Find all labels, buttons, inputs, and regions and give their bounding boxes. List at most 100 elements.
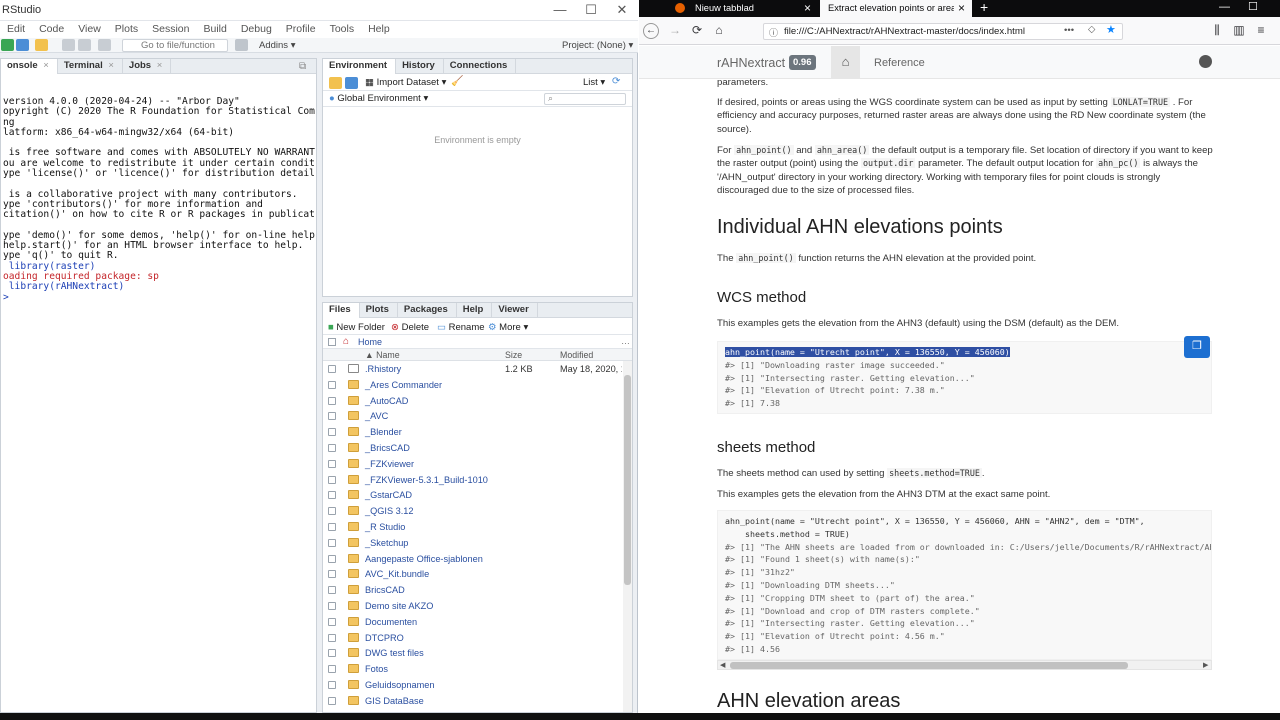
env-search-input[interactable]: ⌕ <box>544 93 626 105</box>
file-name[interactable]: _R Studio <box>365 522 405 532</box>
menu-item-profile[interactable]: Profile <box>279 23 323 35</box>
menu-item-plots[interactable]: Plots <box>108 23 145 35</box>
more-path-icon[interactable]: … <box>621 336 630 346</box>
home-icon[interactable]: ⌂ <box>711 23 727 39</box>
menu-item-edit[interactable]: Edit <box>0 23 32 35</box>
file-name[interactable]: Fotos <box>365 664 388 674</box>
file-checkbox[interactable] <box>328 665 336 674</box>
page-actions-icon[interactable]: ••• <box>1064 25 1074 36</box>
file-name[interactable]: Aangepaste Office-sjablonen <box>365 554 483 564</box>
file-checkbox[interactable] <box>328 554 336 563</box>
file-checkbox[interactable] <box>328 696 336 705</box>
file-name[interactable]: _FZKviewer <box>365 459 414 469</box>
scroll-right-icon[interactable]: ▶ <box>1203 659 1208 672</box>
file-name[interactable]: _Sketchup <box>365 538 408 548</box>
library-icon[interactable]: ⫼ <box>1209 23 1225 39</box>
file-checkbox[interactable] <box>328 444 336 452</box>
browser-tab-new[interactable]: Nieuw tabblad × <box>663 0 818 17</box>
save-icon[interactable] <box>62 39 75 51</box>
file-name[interactable]: BricsCAD <box>365 585 405 595</box>
bookmark-star-icon[interactable]: ★ <box>1106 23 1116 36</box>
size-column-header[interactable]: Size <box>505 350 522 360</box>
tab-help[interactable]: Help <box>457 303 493 318</box>
back-icon[interactable]: ← <box>643 23 659 39</box>
file-checkbox[interactable] <box>328 586 336 595</box>
code-horizontal-scrollbar[interactable]: ◀ ▶ <box>717 660 1212 670</box>
tab-connections[interactable]: Connections <box>444 59 517 74</box>
maximize-icon[interactable]: ☐ <box>576 2 606 19</box>
tab-viewer[interactable]: Viewer <box>492 303 538 318</box>
tab-plots[interactable]: Plots <box>360 303 398 318</box>
file-row[interactable]: Geluidsopnamen <box>323 678 623 694</box>
new-file-icon[interactable] <box>1 39 14 51</box>
new-tab-icon[interactable]: + <box>980 0 988 15</box>
tab-environment[interactable]: Environment <box>323 59 397 74</box>
print-icon[interactable] <box>98 39 111 51</box>
file-row[interactable]: DTCPRO <box>323 631 623 647</box>
file-name[interactable]: AVC_Kit.bundle <box>365 569 429 579</box>
tab-files[interactable]: Files <box>323 303 360 318</box>
forward-icon[interactable]: → <box>667 23 683 39</box>
files-scroll-thumb[interactable] <box>624 375 631 585</box>
file-checkbox[interactable] <box>328 428 336 437</box>
menu-item-session[interactable]: Session <box>145 23 196 35</box>
file-name[interactable]: _FZKViewer-5.3.1_Build-1010 <box>365 475 488 485</box>
grid-icon[interactable] <box>235 39 248 51</box>
menu-item-tools[interactable]: Tools <box>323 23 362 35</box>
broom-icon[interactable]: 🧹 <box>451 76 463 87</box>
file-checkbox[interactable] <box>328 570 336 579</box>
file-row[interactable]: _GstarCAD <box>323 488 623 504</box>
file-checkbox[interactable] <box>328 633 336 642</box>
home-breadcrumb[interactable]: Home <box>358 337 382 347</box>
modified-column-header[interactable]: Modified <box>560 350 593 360</box>
info-icon[interactable]: ⓘ <box>769 26 778 39</box>
file-row[interactable]: _QGIS 3.12 <box>323 504 623 520</box>
file-row[interactable]: Fotos <box>323 662 623 678</box>
maximize-pane-icon[interactable]: ⧉ <box>299 61 306 72</box>
minimize-icon[interactable]: — <box>1219 1 1230 13</box>
select-all-checkbox[interactable] <box>328 338 336 346</box>
menu-item-code[interactable]: Code <box>32 23 71 35</box>
import-dataset-button[interactable]: ▦ Import Dataset ▾ <box>365 77 446 88</box>
tab-packages[interactable]: Packages <box>398 303 457 318</box>
console-output[interactable]: version 4.0.0 (2020-04-24) -- "Arbor Day… <box>3 97 315 303</box>
close-icon[interactable]: × <box>43 60 49 71</box>
file-name[interactable]: _QGIS 3.12 <box>365 506 414 516</box>
github-icon[interactable] <box>1199 55 1212 68</box>
code-scroll-thumb[interactable] <box>730 662 1128 669</box>
tab-terminal[interactable]: Terminal × <box>58 59 123 74</box>
file-checkbox[interactable] <box>328 365 336 373</box>
file-name[interactable]: Geluidsopnamen <box>365 680 434 690</box>
new-folder-button[interactable]: ■ New Folder <box>328 322 385 333</box>
url-bar[interactable]: ⓘ file:///C:/AHNextract/rAHNextract-mast… <box>763 23 1123 40</box>
tab-history[interactable]: History <box>396 59 444 74</box>
file-name[interactable]: _Blender <box>365 427 402 437</box>
file-name[interactable]: DTCPRO <box>365 633 404 643</box>
file-name[interactable]: _BricsCAD <box>365 443 410 453</box>
load-workspace-icon[interactable] <box>329 77 342 89</box>
file-row[interactable]: _Sketchup <box>323 536 623 552</box>
close-icon[interactable]: × <box>108 60 114 71</box>
file-checkbox[interactable] <box>328 617 336 626</box>
file-checkbox[interactable] <box>328 459 336 468</box>
save-all-icon[interactable] <box>78 39 91 51</box>
maximize-icon[interactable]: ☐ <box>1248 0 1258 13</box>
list-view-button[interactable]: List ▾ <box>583 77 605 88</box>
file-checkbox[interactable] <box>328 507 336 516</box>
rename-button[interactable]: ▭ Rename <box>437 322 485 333</box>
site-brand[interactable]: rAHNextract <box>717 56 785 70</box>
close-icon[interactable]: × <box>157 60 163 71</box>
menu-item-debug[interactable]: Debug <box>234 23 279 35</box>
file-row[interactable]: _BricsCAD <box>323 441 623 457</box>
file-name[interactable]: .Rhistory <box>365 364 401 374</box>
reload-icon[interactable]: ⟳ <box>689 23 705 39</box>
scroll-left-icon[interactable]: ◀ <box>720 659 725 672</box>
file-row[interactable]: _AVC <box>323 409 623 425</box>
code-block-wcs[interactable]: ahn_point(name = "Utrecht point", X = 13… <box>717 341 1212 414</box>
file-row[interactable]: _AutoCAD <box>323 394 623 410</box>
save-workspace-icon[interactable] <box>345 77 358 89</box>
file-checkbox[interactable] <box>328 523 336 531</box>
browser-tab-active[interactable]: Extract elevation points or areas in × <box>820 0 972 17</box>
file-row[interactable]: _Blender <box>323 425 623 441</box>
file-name[interactable]: GIS DataBase <box>365 696 424 706</box>
